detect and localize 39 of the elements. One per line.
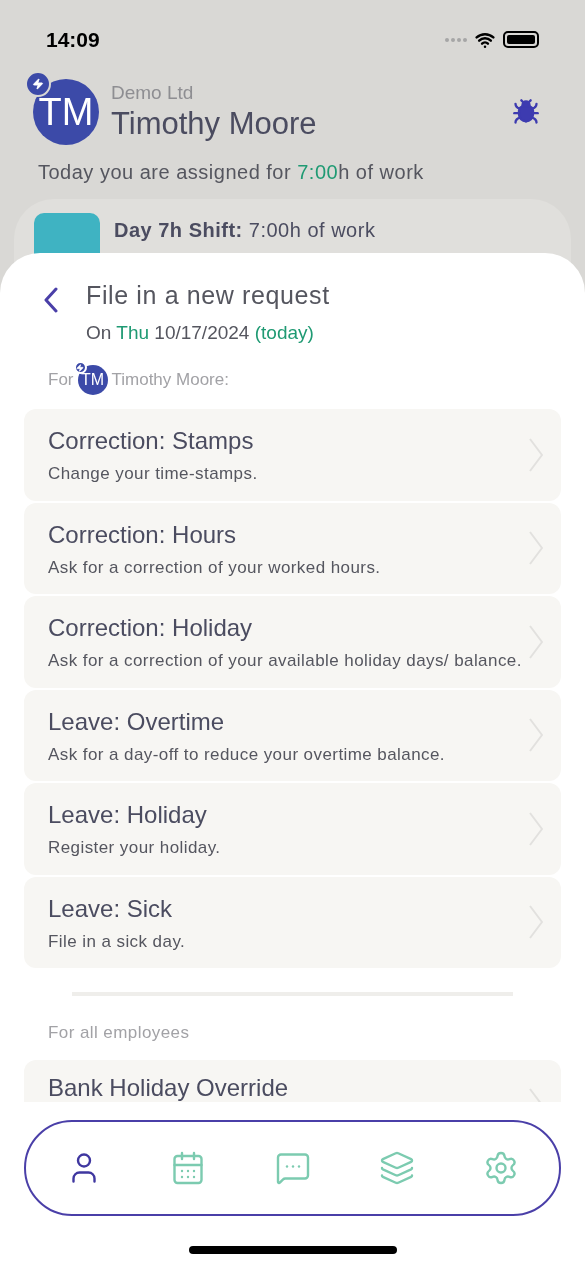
battery-icon <box>503 31 539 48</box>
bolt-icon <box>25 71 51 97</box>
request-title: Leave: Overtime <box>48 706 226 737</box>
request-option[interactable]: Leave: Overtime Ask for a day-off to reduce your overtime balance. <box>24 689 561 781</box>
assigned-hours-text: Today you are assigned for 7:00h of work <box>37 160 425 185</box>
back-button[interactable] <box>44 287 58 313</box>
request-description: Ask for a correction of your worked hours. <box>48 556 382 579</box>
bolt-icon <box>73 361 87 374</box>
company-name: Demo Ltd <box>111 80 195 105</box>
request-title: Correction: Hours <box>48 519 238 550</box>
request-description: Ask for a correction of your available holiday days/ balance. <box>48 650 523 672</box>
request-description: Register your holiday. <box>48 837 222 859</box>
request-option[interactable]: Correction: Hours Ask for a correction of your worked hours. <box>24 502 561 594</box>
request-option[interactable]: Leave: Sick File in a sick day. <box>24 876 561 968</box>
status-time: 14:09 <box>46 26 100 53</box>
request-option[interactable]: Leave: Holiday Register your holiday. <box>24 783 561 875</box>
bug-icon[interactable] <box>512 98 540 126</box>
user-name: Timothy Moore <box>111 104 318 143</box>
section-label: For all employees <box>47 1022 191 1044</box>
avatar: TM <box>33 79 99 145</box>
request-title: Correction: Holiday <box>48 613 254 643</box>
request-title: Leave: Holiday <box>48 800 208 830</box>
for-label: For <box>48 369 74 392</box>
request-title: Correction: Stamps <box>48 426 255 456</box>
sheet-title: File in a new request <box>86 280 330 311</box>
avatar: TM <box>77 365 108 395</box>
request-option[interactable]: Correction: Stamps Change your time-stamps. <box>24 409 561 501</box>
request-option[interactable]: Correction: Holiday Ask for a correction of your available holiday days/ balance. <box>24 596 561 688</box>
request-option[interactable]: Bank Holiday Override <box>24 1059 561 1102</box>
back-chevron-icon <box>44 287 58 313</box>
request-title: Bank Holiday Override <box>48 1072 290 1102</box>
shift-text: Day 7h Shift: 7:00h of work <box>114 218 376 243</box>
request-date: On Thu 10/17/2024 (today) <box>86 320 315 345</box>
request-description: Change your time-stamps. <box>48 463 259 485</box>
for-name: Timothy Moore: <box>111 369 229 392</box>
request-title: Leave: Sick <box>48 893 174 924</box>
signal-icon <box>445 37 467 42</box>
request-description: File in a sick day. <box>48 930 187 953</box>
request-description: Ask for a day-off to reduce your overtime balance. <box>48 743 447 766</box>
